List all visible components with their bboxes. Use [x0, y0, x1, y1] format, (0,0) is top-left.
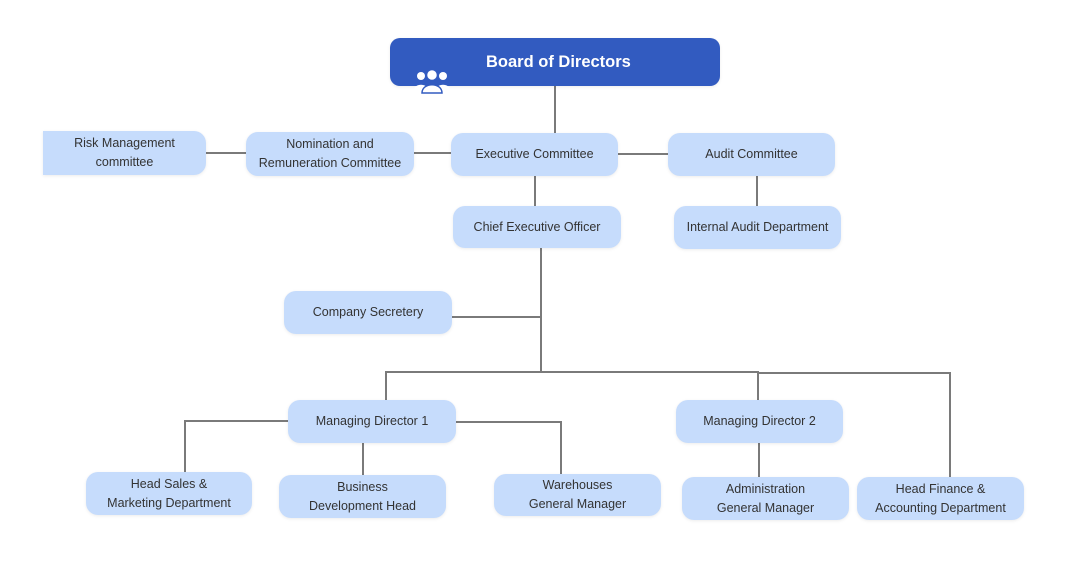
node-chief-executive-officer[interactable]: Chief Executive Officer — [453, 206, 621, 248]
node-label: Head Finance & Accounting Department — [875, 481, 1006, 515]
org-chart-canvas: Board of Directors Risk Management commi… — [0, 0, 1068, 566]
node-board-of-directors[interactable]: Board of Directors — [390, 38, 720, 94]
node-head-sales-marketing[interactable]: Head Sales & Marketing Department — [86, 472, 252, 515]
node-label: Managing Director 2 — [703, 414, 816, 428]
edge-ceo-md1 — [385, 371, 541, 400]
node-company-secretary[interactable]: Company Secretery — [284, 291, 452, 334]
node-label: Managing Director 1 — [315, 414, 429, 428]
node-nomination-remuneration-committee[interactable]: Nomination and Remuneration Committee — [246, 132, 414, 176]
node-executive-committee[interactable]: Executive Committee — [451, 133, 618, 176]
edge-ceo-md2 — [541, 371, 759, 400]
node-label: Chief Executive Officer — [473, 219, 601, 234]
node-label: Audit Committee — [705, 147, 798, 161]
node-label: Head Sales & Marketing Department — [107, 476, 231, 510]
node-audit-committee[interactable]: Audit Committee — [668, 133, 835, 176]
node-head-finance-accounting[interactable]: Head Finance & Accounting Department — [857, 477, 1024, 520]
people-group-icon — [412, 49, 452, 94]
node-risk-management-committee[interactable]: Risk Management committee — [43, 131, 206, 175]
edge-md1-warehouses — [456, 421, 562, 474]
edge-md1-head-sales — [184, 420, 288, 472]
node-label: Board of Directors — [486, 52, 631, 71]
node-label: Risk Management committee — [74, 136, 175, 169]
node-label: Nomination and Remuneration Committee — [258, 137, 402, 170]
node-label: Executive Committee — [475, 147, 594, 161]
node-managing-director-2[interactable]: Managing Director 2 — [676, 400, 843, 443]
node-administration-general-manager[interactable]: Administration General Manager — [682, 477, 849, 520]
node-business-development-head[interactable]: Business Development Head — [279, 475, 446, 518]
node-label: Warehouses General Manager — [528, 478, 627, 511]
node-managing-director-1[interactable]: Managing Director 1 — [288, 400, 456, 443]
node-label: Internal Audit Department — [686, 220, 829, 234]
node-label: Company Secretery — [312, 305, 424, 319]
node-label: Administration General Manager — [716, 481, 815, 515]
node-internal-audit-department[interactable]: Internal Audit Department — [674, 206, 841, 249]
node-warehouses-general-manager[interactable]: Warehouses General Manager — [494, 474, 661, 516]
node-label: Business Development Head — [308, 479, 416, 513]
